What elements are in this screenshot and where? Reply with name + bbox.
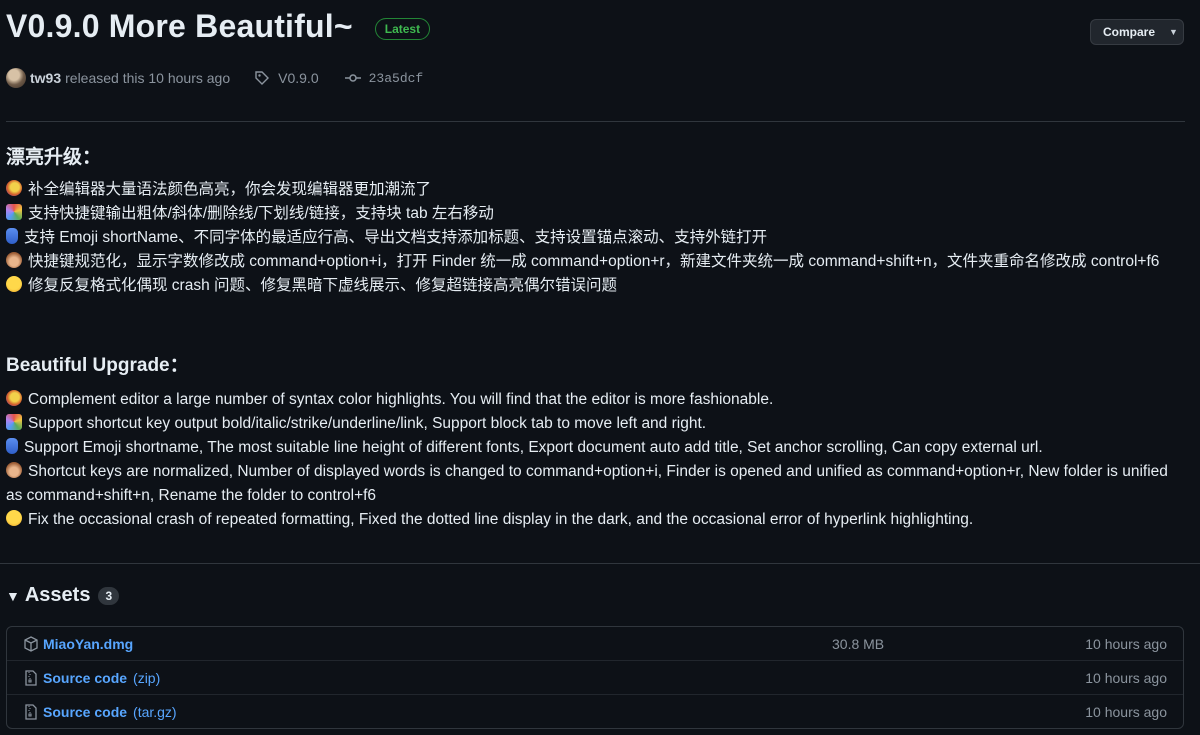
notes-en-heading: Beautiful Upgrade： <box>6 355 189 376</box>
list-item-text: 支持 Emoji shortName、不同字体的最适应行高、导出文档支持添加标题… <box>24 229 768 246</box>
latest-badge: Latest <box>374 17 431 40</box>
lollipop-emoji-icon <box>6 180 22 196</box>
asset-link[interactable]: MiaoYan.dmg <box>43 636 133 652</box>
list-item: 补全编辑器大量语法颜色高亮，你会发现编辑器更加潮流了 <box>6 178 1186 202</box>
released-text: released this 10 hours ago <box>65 70 231 86</box>
notes-en-list: Complement editor a large number of synt… <box>6 388 1186 532</box>
list-item: Support shortcut key output bold/italic/… <box>6 412 1186 436</box>
party-popper-emoji-icon <box>6 204 22 220</box>
compare-button[interactable]: Compare ▼ <box>1090 19 1184 45</box>
monkey-emoji-icon <box>6 462 22 478</box>
list-item-text: Support Emoji shortname, The most suitab… <box>24 439 1043 456</box>
tag-label: V0.9.0 <box>278 70 319 86</box>
list-item: 支持快捷键输出粗体/斜体/删除线/下划线/链接，支持块 tab 左右移动 <box>6 202 1186 226</box>
phone-emoji-icon <box>6 438 18 454</box>
asset-link[interactable]: Source code (tar.gz) <box>43 704 177 720</box>
git-commit-icon <box>344 74 361 82</box>
file-zip-icon <box>25 703 37 720</box>
asset-link[interactable]: Source code (zip) <box>43 670 160 686</box>
list-item-text: 修复反复格式化偶现 crash 问题、修复黑暗下虚线展示、修复超链接高亮偶尔错误… <box>28 277 618 294</box>
file-zip-icon <box>25 669 37 686</box>
list-item: 快捷键规范化，显示字数修改成 command+option+i，打开 Finde… <box>6 250 1186 274</box>
divider <box>0 563 1200 564</box>
asset-row: Source code (tar.gz) 10 hours ago <box>7 694 1183 728</box>
lollipop-emoji-icon <box>6 390 22 406</box>
list-item: 修复反复格式化偶现 crash 问题、修复黑暗下虚线展示、修复超链接高亮偶尔错误… <box>6 274 1186 298</box>
divider <box>6 121 1185 122</box>
triangle-down-icon: ▼ <box>6 587 20 604</box>
release-title: V0.9.0 More Beautiful~ <box>6 8 353 44</box>
package-icon <box>24 635 38 652</box>
phone-emoji-icon <box>6 228 18 244</box>
assets-heading: Assets <box>24 584 91 606</box>
assets-toggle[interactable]: ▼ Assets 3 <box>6 584 120 607</box>
list-item: Support Emoji shortname, The most suitab… <box>6 436 1186 460</box>
list-item-text: Shortcut keys are normalized, Number of … <box>6 463 1168 504</box>
asset-row: MiaoYan.dmg 30.8 MB 10 hours ago <box>7 627 1183 660</box>
tag-icon <box>255 71 270 85</box>
list-item-text: 支持快捷键输出粗体/斜体/删除线/下划线/链接，支持块 tab 左右移动 <box>28 205 494 222</box>
list-item: Shortcut keys are normalized, Number of … <box>6 460 1186 508</box>
asset-time: 10 hours ago <box>1085 703 1167 720</box>
list-item-text: 快捷键规范化，显示字数修改成 command+option+i，打开 Finde… <box>28 253 1160 270</box>
list-item: Complement editor a large number of synt… <box>6 388 1186 412</box>
list-item-text: Fix the occasional crash of repeated for… <box>28 511 974 528</box>
assets-count-badge: 3 <box>98 586 120 605</box>
party-popper-emoji-icon <box>6 414 22 430</box>
release-header: V0.9.0 More Beautiful~ Latest <box>6 8 431 45</box>
list-item: Fix the occasional crash of repeated for… <box>6 508 1186 532</box>
assets-list: MiaoYan.dmg 30.8 MB 10 hours ago Source … <box>6 626 1184 729</box>
list-item-text: 补全编辑器大量语法颜色高亮，你会发现编辑器更加潮流了 <box>28 181 432 198</box>
commit-sha: 23a5dcf <box>368 70 424 86</box>
release-meta: tw93 released this 10 hours ago V0.9.0 2… <box>6 68 423 88</box>
list-item-text: Complement editor a large number of synt… <box>28 391 774 408</box>
asset-row: Source code (zip) 10 hours ago <box>7 660 1183 694</box>
commit-link[interactable]: 23a5dcf <box>344 70 424 86</box>
asset-size: 30.8 MB <box>832 635 885 652</box>
grin-emoji-icon <box>6 276 22 292</box>
list-item-text: Support shortcut key output bold/italic/… <box>28 415 707 432</box>
notes-cn-heading: 漂亮升级： <box>6 147 102 168</box>
grin-emoji-icon <box>6 510 22 526</box>
chevron-down-icon: ▼ <box>1169 27 1178 37</box>
compare-label: Compare <box>1103 25 1156 39</box>
tag-link[interactable]: V0.9.0 <box>254 70 319 86</box>
avatar[interactable] <box>6 68 26 88</box>
author-link[interactable]: tw93 <box>30 70 61 86</box>
list-item: 支持 Emoji shortName、不同字体的最适应行高、导出文档支持添加标题… <box>6 226 1186 250</box>
notes-cn-list: 补全编辑器大量语法颜色高亮，你会发现编辑器更加潮流了 支持快捷键输出粗体/斜体/… <box>6 178 1186 298</box>
asset-time: 10 hours ago <box>1085 635 1167 652</box>
asset-time: 10 hours ago <box>1085 669 1167 686</box>
monkey-emoji-icon <box>6 252 22 268</box>
